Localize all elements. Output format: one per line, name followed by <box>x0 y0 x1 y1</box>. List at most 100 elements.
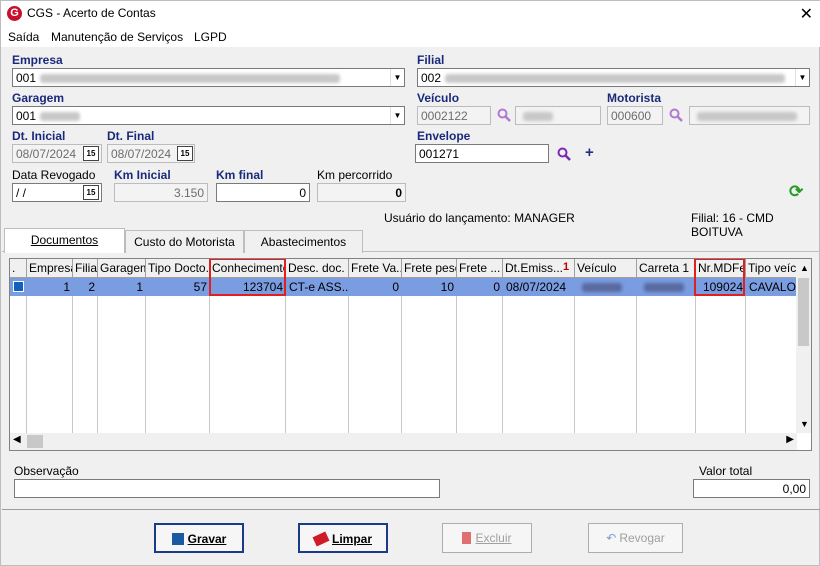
scroll-up-icon[interactable]: ▲ <box>800 263 809 273</box>
row-selector-icon[interactable] <box>13 281 24 292</box>
empresa-label: Empresa <box>12 53 63 67</box>
grid-column <box>27 278 73 433</box>
grid-header[interactable]: Empresa <box>27 259 73 278</box>
envelope-label: Envelope <box>417 129 471 143</box>
redacted-text <box>40 112 81 122</box>
grid-column <box>696 278 746 433</box>
cell-tipo-veiculo: CAVALO T <box>749 280 797 294</box>
gravar-button[interactable]: Gravar <box>154 523 244 553</box>
menu-bar: Saída Manutenção de Serviços LGPD <box>1 27 820 47</box>
valor-total-field: 0,00 <box>693 479 810 498</box>
search-icon[interactable] <box>497 108 511 122</box>
close-icon[interactable]: ✕ <box>800 4 813 24</box>
calendar-icon[interactable]: 15 <box>177 146 193 161</box>
scroll-thumb[interactable] <box>27 435 43 448</box>
tab-abastecimentos[interactable]: Abastecimentos <box>244 230 363 253</box>
grid-header[interactable]: Tipo veícu <box>746 259 797 278</box>
grid-column <box>457 278 503 433</box>
km-final-field[interactable]: 0 <box>216 183 310 202</box>
veiculo-code-field[interactable]: 0002122 <box>417 106 491 125</box>
motorista-code-field[interactable]: 000600 <box>607 106 663 125</box>
nr-mdfe-highlight-box <box>694 259 745 296</box>
grid-horizontal-scrollbar[interactable]: ◀ ▶ <box>10 433 797 450</box>
redacted-text <box>582 283 622 293</box>
revogar-button[interactable]: ↶ Revogar <box>588 523 683 553</box>
search-icon[interactable] <box>669 108 683 122</box>
title-bar: G CGS - Acerto de Contas ✕ <box>1 1 820 27</box>
menu-saida[interactable]: Saída <box>8 30 39 44</box>
garagem-code: 001 <box>16 109 37 123</box>
grid-column <box>210 278 286 433</box>
divider <box>2 509 820 510</box>
add-icon[interactable]: + <box>585 144 594 161</box>
filial-info: Filial: 16 - CMD BOITUVA <box>691 211 774 239</box>
chevron-down-icon[interactable]: ▼ <box>390 69 404 86</box>
grid-header[interactable]: Desc. doc. <box>286 259 349 278</box>
data-revogado-label: Data Revogado <box>12 168 96 182</box>
envelope-field[interactable]: 001271 <box>415 144 549 163</box>
grid-header[interactable]: Frete Va... <box>349 259 402 278</box>
redacted-text <box>644 283 684 293</box>
cell-frete-peso: 10 <box>440 280 454 294</box>
veiculo-label: Veículo <box>417 91 460 105</box>
excluir-button[interactable]: Excluir <box>442 523 532 553</box>
scroll-left-icon[interactable]: ◀ <box>13 434 21 445</box>
menu-lgpd[interactable]: LGPD <box>194 30 227 44</box>
km-percorrido-label: Km percorrido <box>317 168 393 182</box>
filial-label: Filial <box>417 53 445 67</box>
cell-frete-valor: 0 <box>392 280 399 294</box>
grid-header[interactable]: Garagem <box>98 259 146 278</box>
scroll-down-icon[interactable]: ▼ <box>800 419 809 429</box>
tab-documentos[interactable]: Documentos <box>4 228 125 253</box>
scroll-right-icon[interactable]: ▶ <box>786 434 794 445</box>
refresh-icon[interactable]: ⟳ <box>789 182 803 202</box>
motorista-label: Motorista <box>607 91 661 105</box>
cell-dt-emissao: 08/07/2024 <box>506 280 567 294</box>
redacted-text <box>523 112 553 122</box>
garagem-select[interactable]: 001 <box>12 106 405 125</box>
cell-tipo-docto: 57 <box>193 280 207 294</box>
empresa-select[interactable]: 001 <box>12 68 405 87</box>
cell-desc-doc: CT-e ASS... <box>289 280 349 294</box>
motorista-name-field <box>689 106 810 125</box>
km-percorrido-field: 0 <box>317 183 406 202</box>
grid-header[interactable]: Filial <box>73 259 98 278</box>
documents-grid[interactable]: . Empresa Filial Garagem Tipo Docto. Con… <box>9 258 812 451</box>
km-final-label: Km final <box>216 168 264 182</box>
grid-header[interactable]: Frete ... <box>457 259 503 278</box>
trash-icon <box>462 532 472 544</box>
save-icon <box>171 533 184 545</box>
grid-header[interactable]: Frete peso <box>402 259 457 278</box>
limpar-button[interactable]: Limpar <box>298 523 388 553</box>
redacted-text <box>445 74 786 84</box>
grid-column <box>637 278 696 433</box>
grid-column <box>575 278 637 433</box>
cgs-logo-icon: G <box>7 6 22 21</box>
grid-column <box>402 278 457 433</box>
filial-select[interactable]: 002 <box>417 68 810 87</box>
cell-garagem: 1 <box>136 280 143 294</box>
cell-filial: 2 <box>88 280 95 294</box>
calendar-icon[interactable]: 15 <box>83 146 99 161</box>
scroll-thumb[interactable] <box>798 278 809 346</box>
grid-header[interactable]: Veículo <box>575 259 637 278</box>
garagem-label: Garagem <box>12 91 65 105</box>
undo-icon: ↶ <box>606 531 617 545</box>
calendar-icon[interactable]: 15 <box>83 185 99 200</box>
grid-header[interactable]: Tipo Docto. <box>146 259 210 278</box>
tab-documentos-label: Documentos <box>30 233 99 247</box>
tab-custo-motorista[interactable]: Custo do Motorista <box>125 230 244 253</box>
filial-code: 002 <box>421 71 442 85</box>
menu-manutencao-servicos[interactable]: Manutenção de Serviços <box>51 30 183 44</box>
chevron-down-icon[interactable]: ▼ <box>795 69 809 86</box>
grid-column <box>146 278 210 433</box>
chevron-down-icon[interactable]: ▼ <box>390 107 404 124</box>
observacao-field[interactable] <box>14 479 440 498</box>
grid-header[interactable]: . <box>10 259 27 278</box>
grid-vertical-scrollbar[interactable]: ▲ ▼ <box>796 259 811 433</box>
km-inicial-field[interactable]: 3.150 <box>114 183 208 202</box>
grid-header[interactable]: Carreta 1 <box>637 259 696 278</box>
dt-final-label: Dt. Final <box>107 129 155 143</box>
limpar-label: Limpar <box>331 532 372 546</box>
search-icon[interactable] <box>557 147 571 161</box>
